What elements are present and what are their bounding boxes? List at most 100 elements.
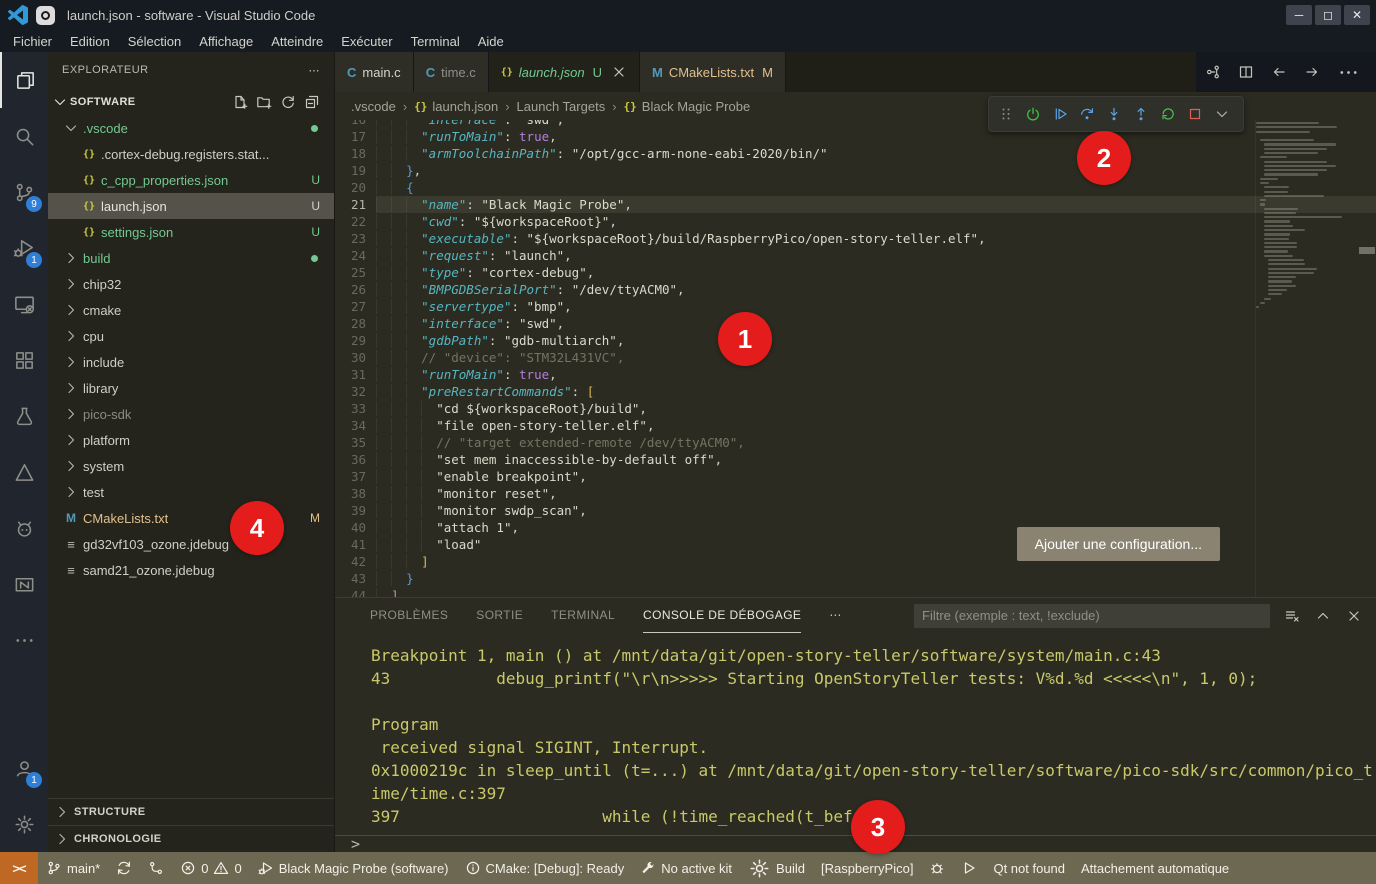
activity-search[interactable]	[0, 108, 48, 164]
tree-item-cmakelists-txt[interactable]: MCMakeLists.txtM	[48, 505, 334, 531]
status-remote[interactable]: ><	[0, 852, 38, 884]
tree-item-cmake[interactable]: cmake	[48, 297, 334, 323]
tree-item--cortex-debug-registers-stat-[interactable]: {}.cortex-debug.registers.stat...	[48, 141, 334, 167]
section-header-structure[interactable]: STRUCTURE	[48, 798, 334, 825]
panel-tab-sortie[interactable]: SORTIE	[476, 598, 523, 633]
clear-console-icon[interactable]	[1284, 608, 1300, 624]
activity-source-control[interactable]: 9	[0, 164, 48, 220]
menu-edition[interactable]: Edition	[61, 30, 119, 52]
close-icon[interactable]	[1346, 608, 1362, 624]
status-qt-status[interactable]: Qt not found	[985, 852, 1073, 884]
tab-time-c[interactable]: Ctime.c	[414, 52, 489, 92]
status-sync[interactable]	[108, 852, 140, 884]
step-out-button[interactable]	[1127, 100, 1154, 128]
activity-accounts[interactable]: 1	[0, 740, 48, 796]
status-debug-target[interactable]	[921, 852, 953, 884]
panel-more-icon[interactable]: ⋯	[829, 598, 841, 633]
activity-extensions[interactable]	[0, 332, 48, 388]
status-build[interactable]: Build	[740, 852, 813, 884]
tree-item-launch-json[interactable]: {}launch.jsonU	[48, 193, 334, 219]
code-editor[interactable]: 16 "interface": "swd",17 "runToMain": tr…	[335, 120, 1376, 597]
tree-item-system[interactable]: system	[48, 453, 334, 479]
tree-item-c-cpp-properties-json[interactable]: {}c_cpp_properties.jsonU	[48, 167, 334, 193]
tab-launch-json[interactable]: {}launch.jsonU	[489, 52, 640, 92]
panel-tab-problèmes[interactable]: PROBLÈMES	[370, 598, 448, 633]
menu-exécuter[interactable]: Exécuter	[332, 30, 401, 52]
more-button[interactable]	[1208, 100, 1235, 128]
tree-item-pico-sdk[interactable]: pico-sdk	[48, 401, 334, 427]
tree-item-chip32[interactable]: chip32	[48, 271, 334, 297]
tab-main-c[interactable]: Cmain.c	[335, 52, 414, 92]
continue-button[interactable]	[1046, 100, 1073, 128]
tree-item-cpu[interactable]: cpu	[48, 323, 334, 349]
step-into-button[interactable]	[1100, 100, 1127, 128]
scrollbar-thumb[interactable]	[1359, 247, 1375, 254]
tree-item-test[interactable]: test	[48, 479, 334, 505]
breadcrumb-item[interactable]: {}Black Magic Probe	[624, 99, 751, 114]
activity-cmake-tools[interactable]	[0, 444, 48, 500]
add-configuration-button[interactable]: Ajouter une configuration...	[1017, 527, 1220, 561]
activity-run-and-debug[interactable]: 1	[0, 220, 48, 276]
maximize-button[interactable]: ◻	[1315, 5, 1341, 25]
tree-item-settings-json[interactable]: {}settings.jsonU	[48, 219, 334, 245]
tree-item-gd32vf103-ozone-jdebug[interactable]: ≡gd32vf103_ozone.jdebug	[48, 531, 334, 557]
menu-fichier[interactable]: Fichier	[4, 30, 61, 52]
restart-button[interactable]	[1154, 100, 1181, 128]
activity-explorer[interactable]	[0, 52, 48, 108]
activity-testing[interactable]	[0, 388, 48, 444]
stop-button[interactable]	[1181, 100, 1208, 128]
tree-item-platform[interactable]: platform	[48, 427, 334, 453]
status-cmake-status[interactable]: CMake: [Debug]: Ready	[457, 852, 633, 884]
activity-platformio[interactable]	[0, 500, 48, 556]
menu-terminal[interactable]: Terminal	[402, 30, 469, 52]
status-branch[interactable]: main*	[38, 852, 108, 884]
sidebar-more-icon[interactable]: ⋯	[309, 64, 321, 77]
menu-atteindre[interactable]: Atteindre	[262, 30, 332, 52]
status-build-variant[interactable]: [RaspberryPico]	[813, 852, 921, 884]
menu-sélection[interactable]: Sélection	[119, 30, 190, 52]
menu-affichage[interactable]: Affichage	[190, 30, 262, 52]
collapse-all-icon[interactable]	[304, 94, 320, 110]
tree-item-build[interactable]: build	[48, 245, 334, 271]
new-file-icon[interactable]	[232, 94, 248, 110]
activity-more-views[interactable]	[0, 612, 48, 668]
editor-scrollbar[interactable]	[1358, 120, 1376, 597]
close-icon[interactable]	[611, 64, 627, 80]
section-header-software[interactable]: SOFTWARE	[48, 88, 334, 115]
chevron-up-icon[interactable]	[1315, 608, 1331, 624]
status-auto-attach[interactable]: Attachement automatique	[1073, 852, 1237, 884]
tree-item--vscode[interactable]: .vscode	[48, 115, 334, 141]
status-debug-config[interactable]: Black Magic Probe (software)	[250, 852, 457, 884]
section-header-chronologie[interactable]: CHRONOLOGIE	[48, 825, 334, 852]
menu-aide[interactable]: Aide	[469, 30, 513, 52]
activity-manage[interactable]	[0, 796, 48, 852]
console-filter-input[interactable]	[914, 604, 1270, 628]
step-over-button[interactable]	[1073, 100, 1100, 128]
ellipsis-icon[interactable]	[1337, 61, 1360, 84]
status-active-kit[interactable]: No active kit	[632, 852, 740, 884]
tab-cmakelists-txt[interactable]: MCMakeLists.txtM	[640, 52, 786, 92]
status-git-graph[interactable]	[140, 852, 172, 884]
status-problems[interactable]: 00	[172, 852, 249, 884]
tree-item-samd21-ozone-jdebug[interactable]: ≡samd21_ozone.jdebug	[48, 557, 334, 583]
tree-item-library[interactable]: library	[48, 375, 334, 401]
breadcrumb-item[interactable]: .vscode	[351, 99, 396, 114]
breadcrumb-item[interactable]: {}launch.json	[414, 99, 498, 114]
arrow-left-icon[interactable]	[1271, 64, 1287, 80]
refresh-icon[interactable]	[280, 94, 296, 110]
open-changes-icon[interactable]	[1205, 64, 1221, 80]
new-folder-icon[interactable]	[256, 94, 272, 110]
minimap[interactable]	[1256, 122, 1356, 310]
arrow-right-icon[interactable]	[1304, 64, 1320, 80]
activity-remote-explorer[interactable]	[0, 276, 48, 332]
minimize-button[interactable]: ─	[1286, 5, 1312, 25]
split-editor-icon[interactable]	[1238, 64, 1254, 80]
reset-button[interactable]	[1019, 100, 1046, 128]
panel-tab-console-de-débogage[interactable]: CONSOLE DE DÉBOGAGE	[643, 598, 801, 633]
tree-item-include[interactable]: include	[48, 349, 334, 375]
status-launch-target[interactable]	[953, 852, 985, 884]
panel-tab-terminal[interactable]: TERMINAL	[551, 598, 615, 633]
breadcrumb-item[interactable]: Launch Targets	[517, 99, 606, 114]
activity-nx-console[interactable]	[0, 556, 48, 612]
close-button[interactable]: ✕	[1344, 5, 1370, 25]
